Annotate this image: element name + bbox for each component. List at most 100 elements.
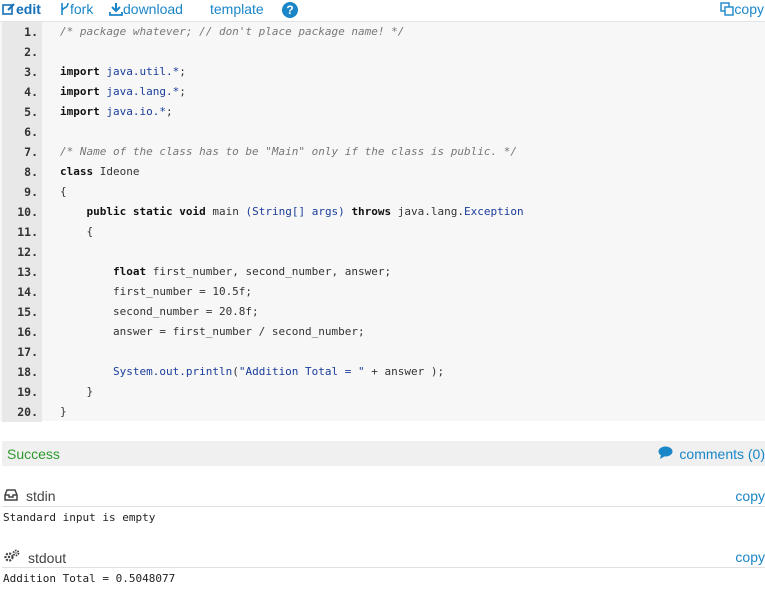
code-text: public static void main (String[] args) … (60, 202, 524, 222)
line-number: 8. (24, 165, 38, 179)
code-text: import java.lang.*; (60, 82, 186, 102)
line-number: 18. (17, 365, 38, 379)
code-token: import (60, 65, 100, 78)
code-viewer[interactable]: 1. /* package whatever; // don't place pa… (0, 21, 765, 422)
stdin-label: stdin (26, 488, 56, 504)
line-number: 20. (17, 405, 38, 419)
code-token: + answer ); (364, 365, 445, 378)
code-line: 4. import java.lang.*; (0, 82, 765, 102)
code-line: 2. (0, 42, 765, 62)
line-number: 19. (17, 385, 38, 399)
code-text: System.out.println("Addition Total = " +… (60, 362, 444, 382)
line-number: 13. (17, 265, 38, 279)
stdin-header: stdin copy (2, 487, 765, 507)
code-token: ( (232, 365, 239, 378)
code-token: public static void (86, 205, 206, 218)
code-line: 5. import java.io.*; (0, 102, 765, 122)
fork-label: fork (70, 1, 94, 17)
line-number: 15. (17, 305, 38, 319)
copy-code-button[interactable]: copy (720, 1, 764, 17)
code-line: 15. second_number = 20.8f; (0, 302, 765, 322)
stdout-copy-button[interactable]: copy (735, 549, 765, 565)
code-line: 16. answer = first_number / second_numbe… (0, 322, 765, 342)
code-token: /* Name of the class has to be "Main" on… (60, 145, 517, 158)
code-line: 20.} (0, 402, 765, 422)
edit-label: edit (16, 1, 41, 17)
code-token: float (112, 265, 147, 278)
code-token: first_number = 10.5f; (60, 285, 253, 298)
line-number: 5. (24, 105, 38, 119)
code-text: class Ideone (60, 162, 139, 182)
code-token: answer = first_number / second_number; (60, 325, 365, 338)
code-line: 7. /* Name of the class has to be "Main" … (0, 142, 765, 162)
code-token: throws (351, 205, 392, 218)
code-token: System.out.println (112, 365, 233, 378)
code-text: first_number = 10.5f; (60, 282, 252, 302)
code-token: { (60, 225, 94, 238)
code-text: answer = first_number / second_number; (60, 322, 365, 342)
code-line: 1. /* package whatever; // don't place pa… (0, 22, 765, 42)
comments-link[interactable]: comments (0) (658, 446, 765, 462)
edit-button[interactable]: edit (2, 1, 41, 17)
code-token: ; (179, 65, 186, 78)
fork-button[interactable]: fork (60, 1, 93, 17)
code-text: { (60, 222, 93, 242)
code-text: { (60, 182, 67, 202)
stdout-header: stdout copy (2, 548, 765, 568)
code-token: java.io.* (106, 105, 166, 118)
template-link[interactable]: template (210, 1, 264, 17)
status-bar: Success comments (0) (2, 441, 765, 466)
code-token: import (60, 105, 100, 118)
inbox-icon (4, 488, 18, 504)
code-line: 17. (0, 342, 765, 362)
line-number: 11. (17, 225, 38, 239)
code-token: main (205, 205, 246, 218)
code-token: second_number = 20.8f; (60, 305, 259, 318)
code-token: } (60, 405, 67, 418)
download-label: download (123, 1, 183, 17)
code-token: ; (179, 85, 186, 98)
code-line: 3. import java.util.*; (0, 62, 765, 82)
line-number: 6. (24, 125, 38, 139)
toolbar: edit fork download template ? copy (0, 0, 765, 20)
line-number: 16. (17, 325, 38, 339)
download-icon (109, 2, 123, 16)
download-button[interactable]: download (109, 1, 183, 17)
code-line: 14. first_number = 10.5f; (0, 282, 765, 302)
code-line: 11. { (0, 222, 765, 242)
code-text: float first_number, second_number, answe… (60, 262, 391, 282)
code-line: 8. class Ideone (0, 162, 765, 182)
code-token: first_number, second_number, answer; (146, 265, 392, 278)
stdin-copy-button[interactable]: copy (735, 488, 765, 504)
stdin-title: stdin (4, 488, 56, 504)
code-token: java.lang. (391, 205, 465, 218)
code-token: "Addition Total = " (238, 365, 365, 378)
comments-label: comments (0) (679, 446, 765, 462)
code-line: 12. (0, 242, 765, 262)
help-icon: ? (282, 2, 298, 18)
stdout-title: stdout (4, 549, 66, 566)
code-token: Ideone (93, 165, 140, 178)
help-button[interactable]: ? (282, 2, 298, 18)
code-token: Exception (464, 205, 524, 218)
copy-label: copy (734, 1, 764, 17)
code-text: import java.io.*; (60, 102, 173, 122)
code-text: /* package whatever; // don't place pack… (60, 22, 404, 42)
code-line: 13. float first_number, second_number, a… (0, 262, 765, 282)
code-token: java.lang.* (106, 85, 180, 98)
line-number: 4. (24, 85, 38, 99)
line-number: 7. (24, 145, 38, 159)
line-number: 12. (17, 245, 38, 259)
line-number: 14. (17, 285, 38, 299)
code-token: (String[] args) (245, 205, 345, 218)
line-number: 3. (24, 65, 38, 79)
code-text: } (60, 402, 67, 422)
line-number: 10. (17, 205, 38, 219)
status-result: Success (7, 446, 60, 462)
code-text: second_number = 20.8f; (60, 302, 259, 322)
code-line: 19. } (0, 382, 765, 402)
stdin-content: Standard input is empty (3, 511, 156, 524)
code-token: java.util.* (106, 65, 180, 78)
